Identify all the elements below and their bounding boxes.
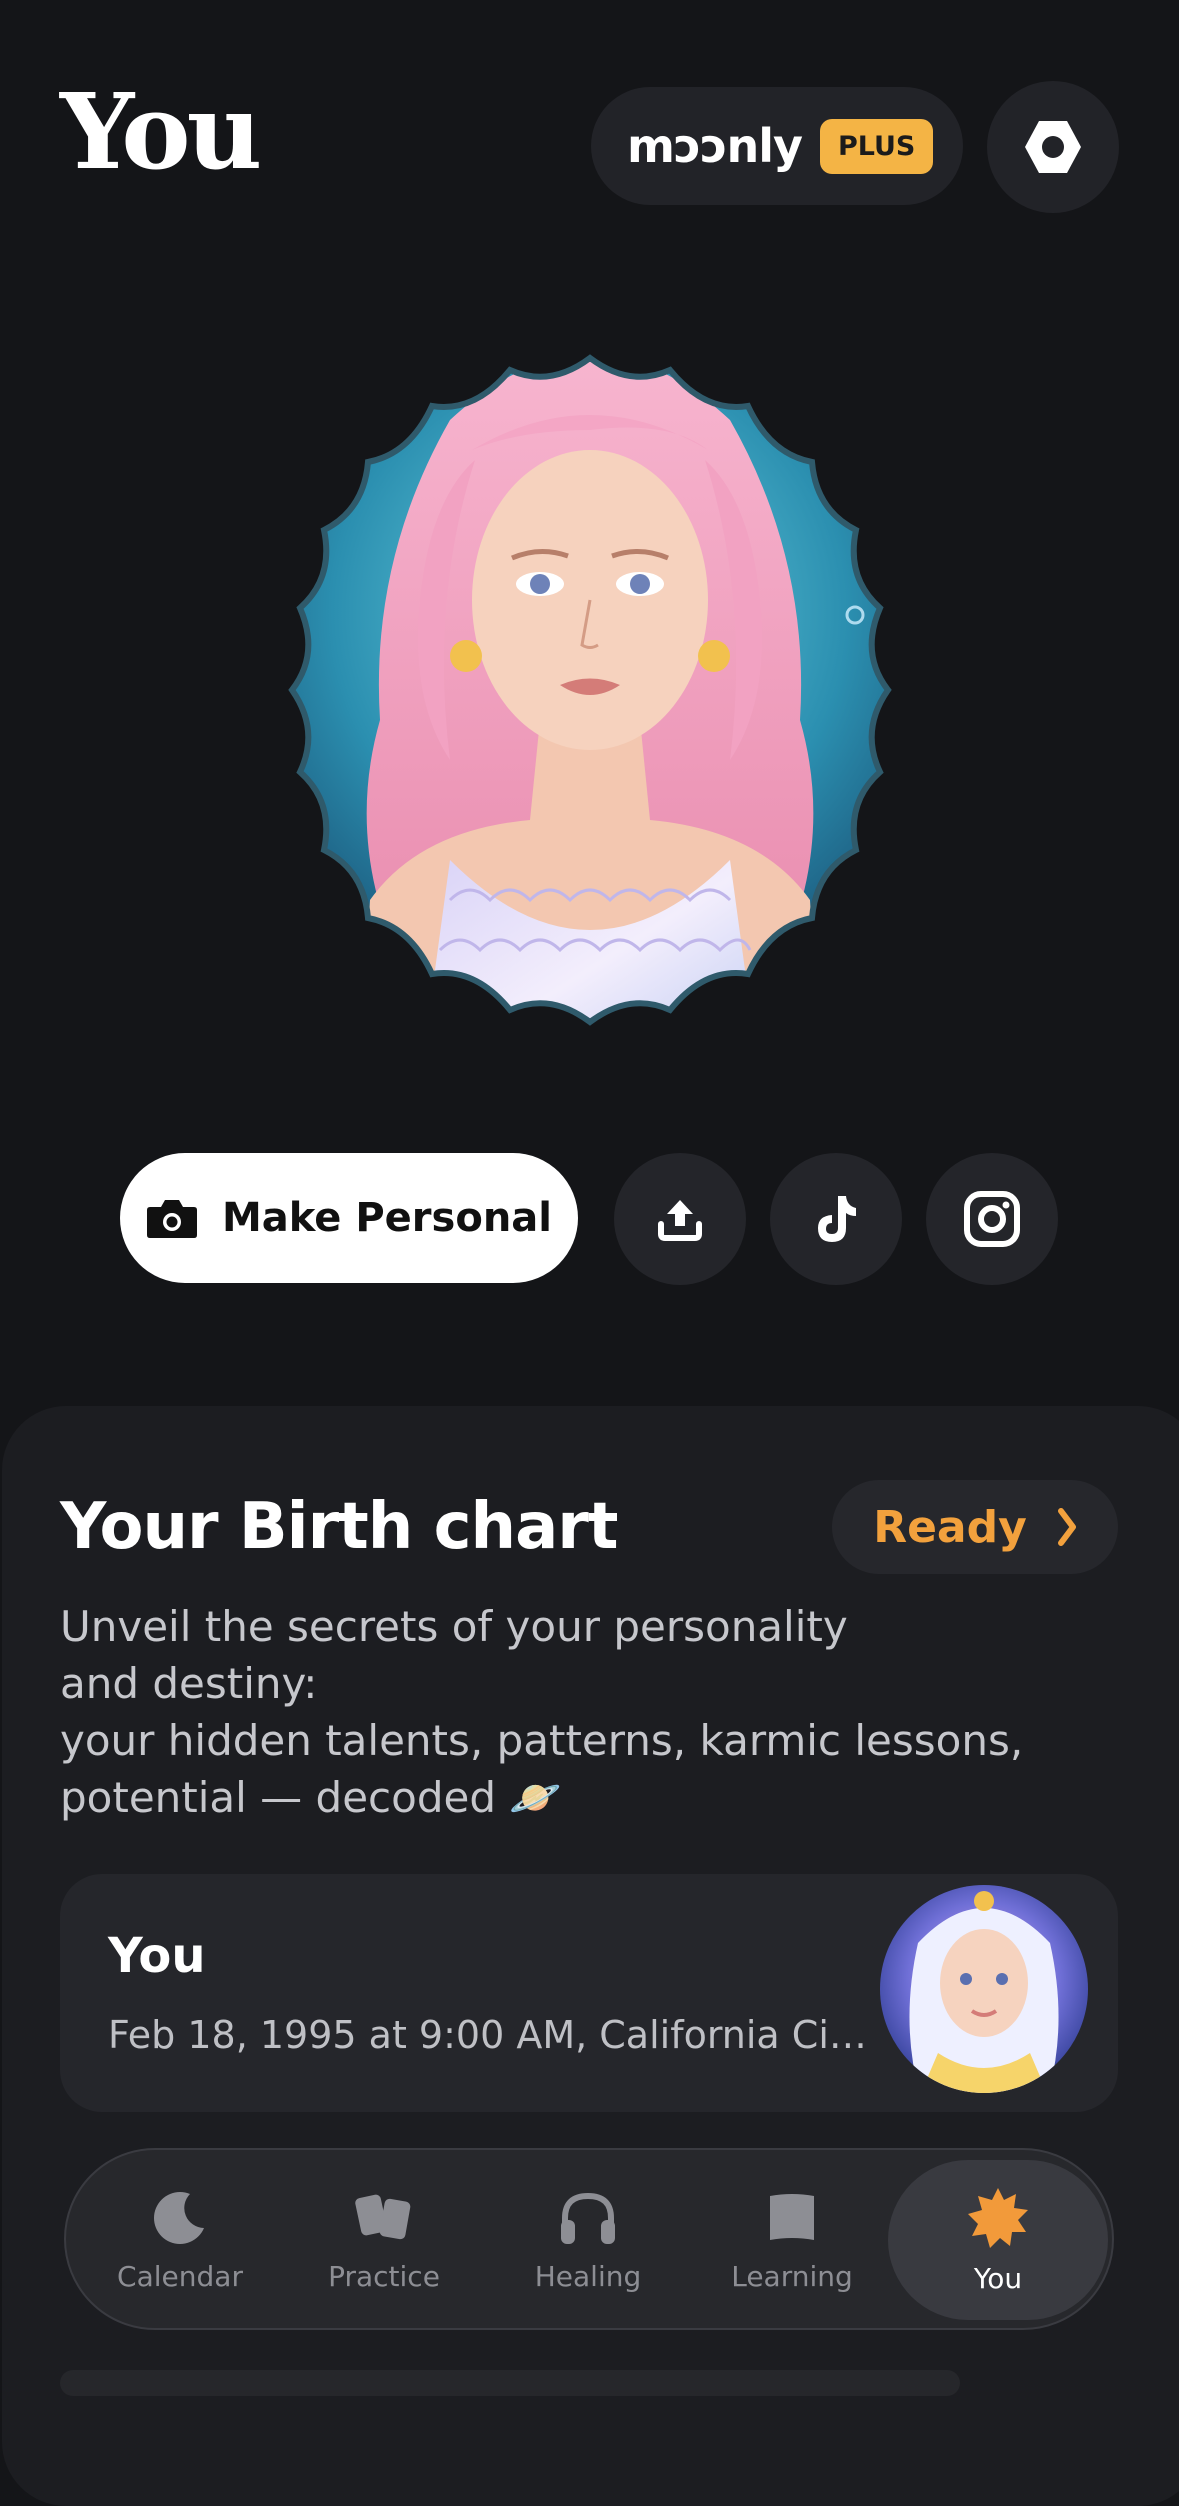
hidden-section-line bbox=[60, 2370, 960, 2396]
sun-icon bbox=[968, 2187, 1028, 2248]
settings-button[interactable] bbox=[987, 81, 1119, 213]
profile-thumbnail bbox=[878, 1883, 1090, 2095]
upload-icon bbox=[658, 1200, 702, 1241]
settings-icon bbox=[1025, 121, 1081, 173]
tiktok-icon bbox=[818, 1196, 856, 1242]
profile-avatar[interactable] bbox=[200, 300, 980, 1080]
nav-item-learning[interactable]: Learning bbox=[692, 2160, 892, 2320]
headphones-icon bbox=[561, 2192, 615, 2244]
nav-label: Calendar bbox=[117, 2259, 243, 2293]
nav-item-practice[interactable]: Practice bbox=[284, 2160, 484, 2320]
birth-chart-ready-button[interactable]: Ready bbox=[832, 1480, 1118, 1574]
birth-chart-title: Your Birth chart bbox=[60, 1490, 618, 1564]
cards-icon bbox=[355, 2194, 411, 2239]
nav-item-healing[interactable]: Healing bbox=[488, 2160, 688, 2320]
book-icon bbox=[770, 2193, 814, 2240]
nav-label: Learning bbox=[731, 2259, 853, 2293]
birth-chart-description: Unveil the secrets of your personality a… bbox=[60, 1598, 1040, 1826]
description-line: your hidden talents, patterns, karmic le… bbox=[60, 1716, 1024, 1765]
instagram-icon bbox=[964, 1191, 1020, 1247]
make-personal-label: Make Personal bbox=[221, 1195, 553, 1241]
nav-label: Practice bbox=[328, 2259, 440, 2293]
profile-name: You bbox=[108, 1928, 206, 1984]
nav-label: Healing bbox=[534, 2259, 642, 2293]
description-line: Unveil the secrets of your personality bbox=[60, 1602, 848, 1651]
tiktok-share-button[interactable] bbox=[770, 1153, 902, 1285]
make-personal-button[interactable]: Make Personal bbox=[120, 1153, 578, 1283]
share-button[interactable] bbox=[614, 1153, 746, 1285]
plus-badge: PLUS bbox=[819, 118, 934, 174]
description-line: and destiny: bbox=[60, 1659, 318, 1708]
moon-icon bbox=[154, 2191, 204, 2244]
moonly-plus-button[interactable]: mɔɔnly PLUS bbox=[591, 87, 963, 205]
brand-logo: mɔɔnly bbox=[627, 119, 803, 173]
chevron-right-icon bbox=[1057, 1508, 1076, 1546]
nav-label: You bbox=[973, 2261, 1023, 2295]
description-line: potential — decoded 🪐 bbox=[60, 1773, 562, 1822]
ready-label: Ready bbox=[873, 1501, 1027, 1553]
profile-birth-details: Feb 18, 1995 at 9:00 AM, California City… bbox=[108, 2013, 868, 2057]
instagram-share-button[interactable] bbox=[926, 1153, 1058, 1285]
page-title: You bbox=[60, 70, 262, 193]
camera-icon bbox=[146, 1200, 197, 1238]
nav-item-you[interactable]: You bbox=[888, 2160, 1108, 2320]
nav-item-calendar[interactable]: Calendar bbox=[80, 2160, 280, 2320]
